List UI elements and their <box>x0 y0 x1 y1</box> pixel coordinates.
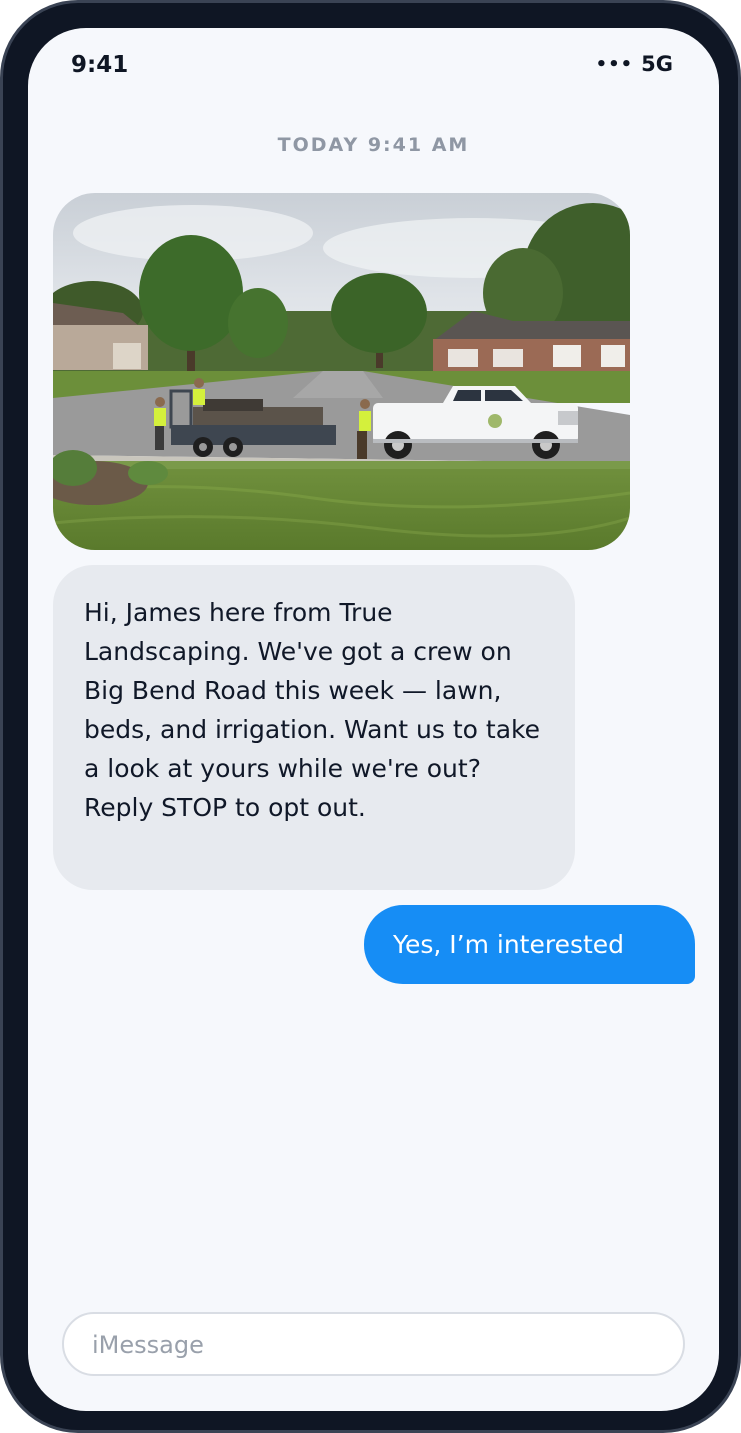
phone-frame: 9:41 ••• 5G TODAY 9:41 AM Hi, James here… <box>0 0 741 1433</box>
message-composer[interactable] <box>62 1312 685 1376</box>
network-type: 5G <box>641 52 673 76</box>
conversation-timestamp: TODAY 9:41 AM <box>277 134 470 156</box>
incoming-photo[interactable] <box>53 193 630 550</box>
imessage-input[interactable] <box>90 1314 654 1376</box>
status-indicators: ••• 5G <box>596 52 673 76</box>
signal-icon: ••• <box>595 53 634 75</box>
outgoing-message-bubble[interactable]: Yes, I’m interested <box>364 905 695 984</box>
messages-screen: 9:41 ••• 5G TODAY 9:41 AM Hi, James here… <box>28 28 719 1411</box>
photo-landscaping-crew-icon <box>53 193 630 550</box>
incoming-message-bubble[interactable]: Hi, James here from True Landscaping. We… <box>53 565 575 890</box>
status-time: 9:41 <box>71 52 129 78</box>
